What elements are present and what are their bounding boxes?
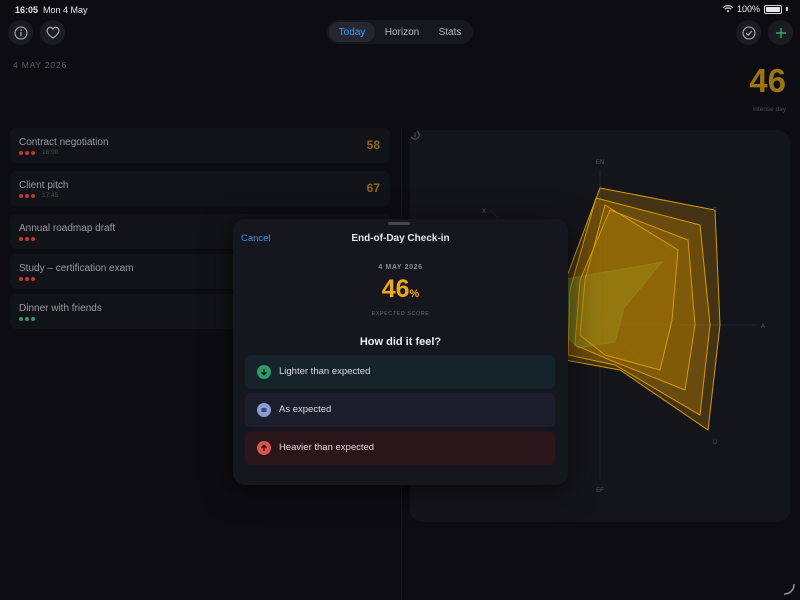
radar-label-top: EN — [596, 160, 604, 166]
radar-label-top-right: E — [713, 208, 717, 214]
equals-icon — [257, 403, 271, 417]
view-segmented-control: Today Horizon Stats — [327, 20, 473, 44]
intensity-dot — [25, 317, 29, 321]
intensity-dot — [31, 317, 35, 321]
task-row[interactable]: Client pitch 17:45 67 — [10, 171, 390, 206]
status-date: Mon 4 May — [43, 5, 88, 15]
resize-handle-icon[interactable] — [782, 582, 796, 596]
checkmark-circle-icon — [741, 25, 756, 40]
add-button[interactable] — [768, 20, 793, 45]
intensity-dot — [25, 151, 29, 155]
task-intensity-dots — [19, 151, 35, 155]
day-score: 46 — [749, 62, 786, 99]
intensity-dot — [25, 277, 29, 281]
sheet-title: End-of-Day Check-in — [351, 233, 450, 244]
task-title: Dinner with friends — [19, 303, 102, 314]
intensity-dot — [25, 237, 29, 241]
tab-stats[interactable]: Stats — [429, 22, 471, 42]
task-score: 58 — [366, 138, 380, 152]
intensity-dot — [19, 237, 23, 241]
status-bar: 16:05 Mon 4 May 100% — [0, 0, 800, 18]
radar-label-bottom-right: U — [713, 440, 717, 446]
arrow-up-icon — [257, 441, 271, 455]
task-intensity-dots — [19, 277, 35, 281]
intensity-dot — [19, 151, 23, 155]
intensity-dot — [19, 317, 23, 321]
wifi-icon — [722, 5, 733, 13]
expected-score-value: 46 — [381, 275, 410, 303]
heart-icon — [46, 26, 59, 39]
sheet-grabber[interactable] — [388, 222, 410, 225]
task-time: 16:00 — [42, 149, 59, 156]
intensity-dot — [19, 194, 23, 198]
option-label: As expected — [279, 404, 332, 415]
radar-label-top-left: X — [482, 209, 486, 215]
favorites-button[interactable] — [40, 20, 65, 45]
sheet-date: 4 MAY 2026 — [378, 264, 423, 271]
option-label: Heavier than expected — [279, 442, 375, 453]
expected-score-unit: % — [409, 288, 420, 300]
option-lighter-button[interactable]: Lighter than expected — [245, 355, 555, 389]
arrow-down-icon — [257, 365, 271, 379]
task-score: 67 — [366, 181, 380, 195]
task-title: Contract negotiation — [19, 137, 109, 148]
day-date-label: 4 MAY 2026 — [13, 60, 67, 70]
radar-label-bottom: EF — [596, 488, 604, 494]
expected-score: 46% — [233, 275, 568, 304]
intensity-dot — [31, 151, 35, 155]
status-right: 100% — [722, 4, 788, 14]
tab-today[interactable]: Today — [329, 22, 375, 42]
task-intensity-dots — [19, 194, 35, 198]
check-in-sheet: Cancel End-of-Day Check-in 4 MAY 2026 46… — [233, 219, 568, 485]
intensity-dot — [25, 194, 29, 198]
task-time: 17:45 — [42, 192, 59, 199]
status-time: 16:05 — [15, 5, 39, 15]
task-intensity-dots — [19, 237, 35, 241]
task-row[interactable]: Contract negotiation 16:00 58 — [10, 128, 390, 163]
tab-horizon[interactable]: Horizon — [375, 22, 429, 42]
plus-icon — [775, 27, 786, 38]
feeling-question: How did it feel? — [359, 336, 442, 348]
intensity-dot — [19, 277, 23, 281]
task-title: Client pitch — [19, 180, 69, 191]
check-in-button[interactable] — [736, 20, 761, 45]
chart-info-icon[interactable] — [410, 130, 420, 140]
battery-tip — [786, 7, 788, 11]
app-screen: 16:05 Mon 4 May 100% Today Horizon Stats — [0, 0, 800, 600]
info-icon — [13, 25, 28, 40]
radar-label-right: A — [761, 324, 765, 330]
expected-score-caption: EXPECTED SCORE — [371, 311, 430, 317]
intensity-dot — [31, 277, 35, 281]
day-score-caption: Intense day — [752, 106, 786, 113]
task-title: Study – certification exam — [19, 263, 134, 274]
battery-icon — [764, 4, 782, 14]
option-as-expected-button[interactable]: As expected — [245, 393, 555, 427]
option-heavier-button[interactable]: Heavier than expected — [245, 431, 555, 465]
task-intensity-dots — [19, 317, 35, 321]
intensity-dot — [31, 194, 35, 198]
task-title: Annual roadmap draft — [19, 223, 116, 234]
info-button[interactable] — [8, 20, 33, 45]
intensity-dot — [31, 237, 35, 241]
battery-percent: 100% — [736, 4, 760, 14]
option-label: Lighter than expected — [279, 366, 371, 377]
